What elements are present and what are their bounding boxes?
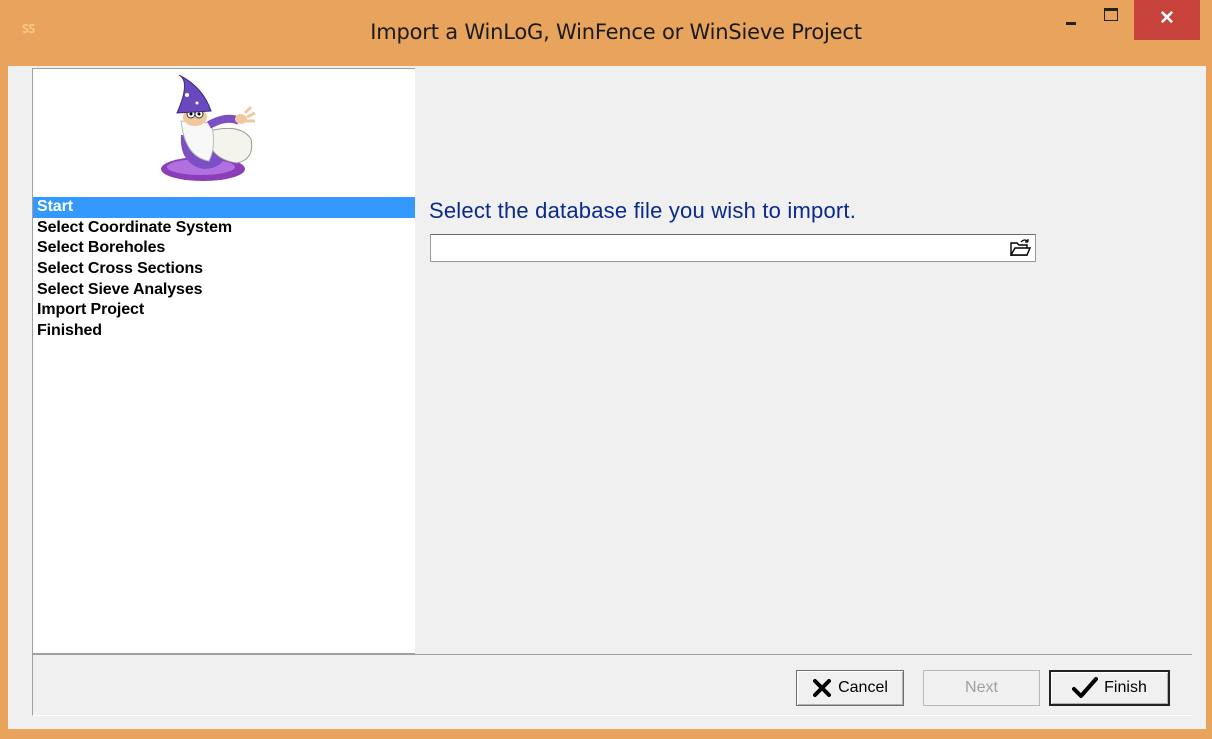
import-wizard-window: SS Import a WinLoG, WinFence or WinSieve… <box>0 0 1212 739</box>
cancel-x-icon <box>812 679 832 697</box>
page-title: Select the database file you wish to imp… <box>429 198 857 223</box>
step-finished[interactable]: Finished <box>33 321 415 342</box>
step-select-boreholes[interactable]: Select Boreholes <box>33 238 415 259</box>
wizard-steps-panel: Start Select Coordinate System Select Bo… <box>32 68 415 654</box>
step-import-project[interactable]: Import Project <box>33 300 415 321</box>
step-select-cross-sections[interactable]: Select Cross Sections <box>33 259 415 280</box>
step-select-coordinate-system[interactable]: Select Coordinate System <box>33 218 415 239</box>
minimize-button[interactable] <box>1050 0 1094 42</box>
window-title: Import a WinLoG, WinFence or WinSieve Pr… <box>370 20 862 44</box>
cancel-button[interactable]: Cancel <box>796 670 904 706</box>
database-file-input[interactable] <box>433 237 1007 259</box>
finish-button[interactable]: Finish <box>1049 670 1170 706</box>
step-select-sieve-analyses[interactable]: Select Sieve Analyses <box>33 280 415 301</box>
wizard-mascot-icon <box>161 75 256 181</box>
checkmark-icon <box>1072 677 1099 699</box>
dialog-client-area: Start Select Coordinate System Select Bo… <box>8 66 1206 729</box>
wizard-step-list: Start Select Coordinate System Select Bo… <box>33 197 415 342</box>
open-folder-icon[interactable] <box>1009 238 1031 258</box>
finish-button-label: Finish <box>1104 679 1147 696</box>
maximize-button[interactable] <box>1094 0 1130 42</box>
step-start[interactable]: Start <box>33 197 415 218</box>
close-button[interactable]: ✕ <box>1134 0 1200 40</box>
next-button-label: Next <box>965 679 998 696</box>
title-bar[interactable]: SS Import a WinLoG, WinFence or WinSieve… <box>0 0 1212 64</box>
next-button[interactable]: Next <box>923 670 1040 706</box>
database-file-field[interactable] <box>430 234 1036 262</box>
cancel-button-label: Cancel <box>838 679 888 696</box>
close-icon: ✕ <box>1159 8 1175 29</box>
